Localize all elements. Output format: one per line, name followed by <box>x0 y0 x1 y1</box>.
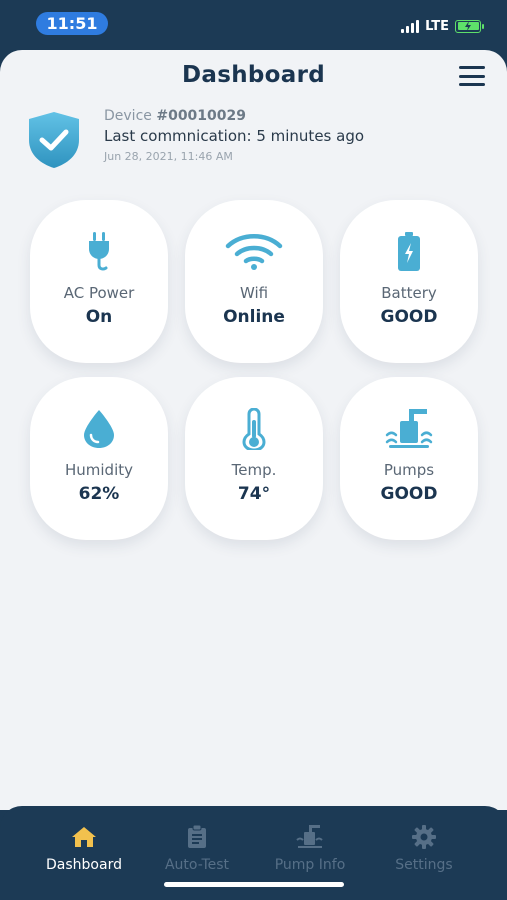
page-title: Dashboard <box>182 62 325 88</box>
nav-label: Auto-Test <box>164 857 230 873</box>
nav-label: Settings <box>395 857 453 873</box>
device-label: Device <box>104 108 152 124</box>
water-drop-icon <box>30 409 168 449</box>
gear-icon <box>364 824 484 850</box>
pump-icon <box>250 824 370 850</box>
device-id: #00010029 <box>156 108 247 124</box>
tile-value: On <box>85 307 113 327</box>
last-communication: Last commnication: 5 minutes ago <box>104 127 365 145</box>
nav-item-settings[interactable]: Settings <box>364 824 484 873</box>
status-indicators: LTE <box>401 16 484 36</box>
tile-value: Online <box>223 307 285 327</box>
tile-value: 62% <box>78 484 120 504</box>
status-time: 11:51 <box>36 12 108 35</box>
dashboard-panel: Dashboard Device #00010029 Last commnica… <box>0 50 507 810</box>
hamburger-menu-icon[interactable] <box>459 66 485 86</box>
tile-humidity[interactable]: Humidity 62% <box>30 377 168 540</box>
device-timestamp: Jun 28, 2021, 11:46 AM <box>104 150 233 163</box>
cellular-signal-icon <box>401 19 420 33</box>
tile-label: Pumps <box>383 461 435 479</box>
wifi-icon <box>185 232 323 272</box>
home-indicator[interactable] <box>164 882 344 887</box>
thermometer-icon <box>185 408 323 450</box>
tile-label: Wifi <box>239 284 269 302</box>
nav-item-dashboard[interactable]: Dashboard <box>24 824 144 873</box>
charging-battery-icon <box>455 19 484 33</box>
network-type: LTE <box>425 18 449 34</box>
tile-pumps[interactable]: Pumps GOOD <box>340 377 478 540</box>
tile-ac-power[interactable]: AC Power On <box>30 200 168 363</box>
battery-icon <box>340 232 478 272</box>
tile-value: 74° <box>237 484 271 504</box>
home-icon <box>24 824 144 850</box>
plug-icon <box>30 232 168 272</box>
nav-item-auto-test[interactable]: Auto-Test <box>137 824 257 873</box>
device-info: Device #00010029 Last commnication: 5 mi… <box>26 108 486 178</box>
tile-label: Humidity <box>64 461 133 479</box>
tile-label: AC Power <box>63 284 135 302</box>
status-bar: 11:51 LTE <box>0 0 507 50</box>
pump-icon <box>340 409 478 449</box>
nav-label: Pump Info <box>274 857 346 873</box>
nav-item-pump-info[interactable]: Pump Info <box>250 824 370 873</box>
tile-value: GOOD <box>380 484 438 504</box>
tile-label: Battery <box>381 284 437 302</box>
shield-check-icon <box>26 110 82 170</box>
tile-battery[interactable]: Battery GOOD <box>340 200 478 363</box>
tile-value: GOOD <box>380 307 438 327</box>
nav-label: Dashboard <box>46 857 122 873</box>
tile-label: Temp. <box>231 461 277 479</box>
clipboard-icon <box>137 824 257 850</box>
tile-temperature[interactable]: Temp. 74° <box>185 377 323 540</box>
device-id-line: Device #00010029 <box>104 108 364 124</box>
tile-wifi[interactable]: Wifi Online <box>185 200 323 363</box>
